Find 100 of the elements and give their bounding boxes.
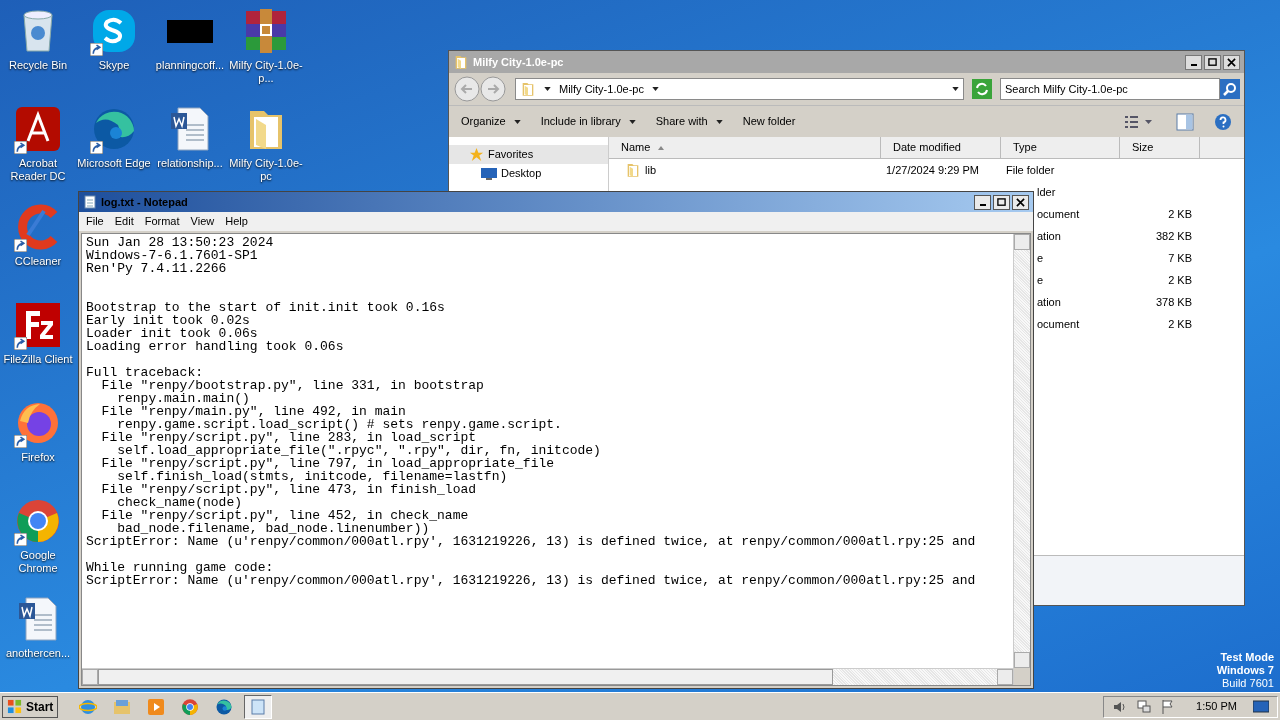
file-type: ocument (1037, 207, 1080, 220)
file-date: 1/27/2024 9:29 PM (886, 163, 979, 176)
menu-item[interactable]: Edit (114, 213, 134, 230)
maximize-icon (1208, 57, 1217, 67)
window-title: log.txt - Notepad (101, 194, 189, 210)
file-type: e (1037, 251, 1044, 264)
desktop-icon-label: Firefox (21, 451, 55, 464)
toolbar-button[interactable]: Share with (655, 113, 723, 130)
file-name[interactable]: lib (645, 161, 656, 179)
search-icon[interactable] (1220, 79, 1240, 99)
desktop-icon-label: Skype (98, 59, 130, 72)
close-button[interactable] (1012, 194, 1029, 210)
os-build-text: Test Mode (1220, 651, 1274, 664)
desktop-icon-label: anothercen... (5, 647, 71, 660)
edge-icon (215, 697, 234, 716)
clock[interactable]: 1:50 PM (1196, 698, 1237, 715)
desktop-icon-label: Microsoft Edge (77, 157, 151, 170)
window-title: Milfy City-1.0e-pc (473, 54, 565, 70)
menu-item[interactable]: Help (225, 213, 248, 230)
nav-item[interactable]: Favorites (449, 145, 608, 164)
column-header[interactable]: Date modified (881, 137, 1001, 158)
caret-icon (544, 87, 551, 91)
maximize-button[interactable] (1204, 54, 1221, 70)
file-size: 2 KB (1168, 207, 1192, 220)
file-type: e (1037, 273, 1044, 286)
caret-icon (628, 119, 636, 124)
media-player-icon (147, 697, 166, 716)
help-icon[interactable] (1214, 112, 1232, 131)
search-field[interactable]: Search Milfy City-1.0e-pc (1000, 78, 1220, 100)
caret-icon (715, 119, 723, 124)
log-text: Full traceback: File "renpy/bootstrap.py", line 331, in bootstrap renpy.main.main() File "renpy/main.py", line 492, in main renpy.game.script.load_script() # sets renpy.game.script. File "renpy/script.py", line 283, in load_script self.load_appropriate_file(".rpyc", ".rpy", dir, fn, initcode) File "renpy/script.py", line 797, in load_appropriate_file self.finish_load(stmts, initcode, filename=lastfn) File "renpy/script.py", line 473, in finish_load check_name(node) File "renpy/script.py", line 452, in check_name bad_node.filename, bad_node.linenumber)) ScriptError: Name (u'renpy/common/000atl.rpy', 1631219226, 13) is defined twice, at renpy/common/000atl.rpy:25 and (86, 366, 976, 548)
file-size: 7 KB (1168, 251, 1192, 264)
notepad-icon (249, 697, 268, 716)
menu-item[interactable]: Format (144, 213, 180, 230)
minimize-icon (979, 204, 986, 206)
shortcut-arrow-icon (14, 435, 27, 448)
menu-item[interactable]: View (190, 213, 215, 230)
file-size: 2 KB (1168, 273, 1192, 286)
filezilla-icon (14, 301, 62, 349)
desktop-icon-label: Milfy City-1.0e-p... (229, 59, 303, 85)
desktop-icon-label: Acrobat Reader DC (9, 157, 67, 183)
toolbar-button[interactable]: New folder (742, 113, 796, 130)
column-header[interactable]: Size (1120, 137, 1200, 158)
desktop-icon-label: planningcoff... (155, 59, 225, 72)
minimize-button[interactable] (1185, 54, 1202, 70)
maximize-button[interactable] (993, 194, 1010, 210)
toolbar-button[interactable]: Include in library (540, 113, 636, 130)
desktop-icon-label: Milfy City-1.0e-pc (229, 157, 303, 183)
file-type: lder (1037, 185, 1056, 198)
taskbar-app[interactable] (244, 694, 273, 719)
desktop-icon-label: FileZilla Client (3, 353, 73, 366)
column-header[interactable]: Type (1001, 137, 1120, 158)
refresh-button[interactable] (972, 79, 992, 99)
folder-icon (113, 697, 132, 716)
caret-icon (651, 87, 659, 91)
file-size: 2 KB (1168, 317, 1192, 330)
maximize-icon (997, 197, 1006, 207)
browser-e-icon (79, 697, 98, 716)
desktop-icon-label: Recycle Bin (8, 59, 68, 72)
shortcut-arrow-icon (14, 533, 27, 546)
skype-icon (90, 7, 138, 55)
shortcut-arrow-icon (14, 337, 27, 350)
folder-icon (520, 81, 536, 97)
address-bar[interactable]: Milfy City-1.0e-pc (515, 78, 964, 100)
network-icon[interactable] (1136, 698, 1153, 715)
folder-icon (625, 162, 641, 178)
minimize-button[interactable] (974, 194, 991, 210)
close-icon (1227, 57, 1236, 67)
log-text: While running game code: ScriptError: Name (u'renpy/common/000atl.rpy', 1631219226, 13) is defined twice, at renpy/common/000atl.rpy:25 and (86, 561, 976, 587)
folder-icon (453, 54, 469, 70)
os-build-text: Build 7601 (1222, 677, 1274, 690)
file-type: ation (1037, 295, 1061, 308)
vertical-scrollbar[interactable] (1013, 234, 1030, 685)
desktop-icon-label: Google Chrome (17, 549, 59, 575)
file-size: 378 KB (1155, 295, 1192, 308)
file-size: 382 KB (1155, 229, 1192, 242)
show-desktop-icon[interactable] (1253, 699, 1269, 714)
thumbnail-icon (167, 19, 213, 43)
pdf-icon (14, 105, 62, 153)
shortcut-arrow-icon (90, 43, 103, 56)
toolbar-button[interactable]: Organize (461, 113, 521, 130)
minimize-icon (1190, 64, 1197, 66)
file-type: File folder (1006, 163, 1055, 176)
chrome-icon (14, 497, 62, 545)
desktop-shortcut[interactable] (14, 300, 62, 350)
menu-item[interactable]: File (86, 213, 104, 230)
star-icon (469, 147, 484, 162)
column-header[interactable]: Name (609, 137, 881, 158)
log-text: Bootstrap to the start of init.init took 0.16s Early init took 0.02s Loader init took 0.06s Loading error handling took 0.06s (86, 301, 445, 353)
start-button[interactable]: Start (2, 695, 59, 718)
horizontal-scrollbar[interactable] (82, 668, 1013, 685)
nav-item[interactable]: Desktop (449, 164, 608, 183)
shortcut-arrow-icon (14, 239, 27, 252)
desktop-icon-label: relationship... (157, 157, 223, 170)
desktop-shortcut[interactable] (14, 104, 62, 154)
desktop-icon (481, 166, 497, 181)
sort-arrow-icon (658, 145, 665, 150)
close-button[interactable] (1223, 54, 1240, 70)
file-type: ation (1037, 229, 1061, 242)
file-type: ocument (1037, 317, 1080, 330)
